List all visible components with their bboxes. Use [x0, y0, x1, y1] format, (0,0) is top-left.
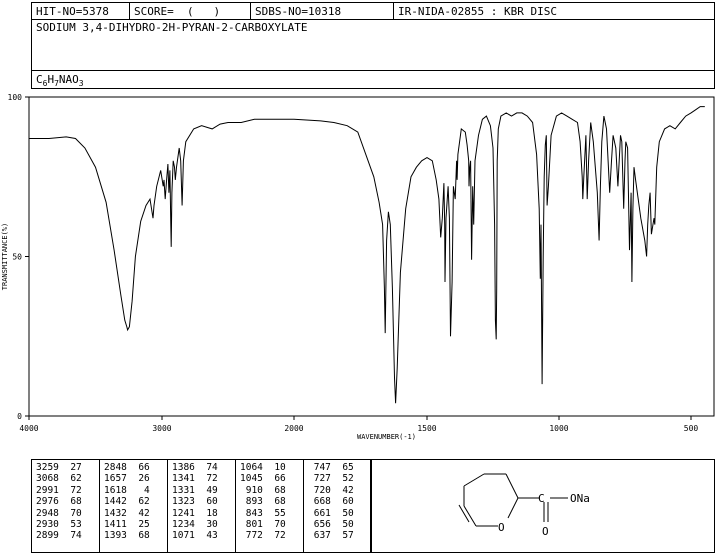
peak-row: 727 52 [308, 473, 354, 485]
peak-row: 661 50 [308, 507, 354, 519]
compound-name: SODIUM 3,4-DIHYDRO-2H-PYRAN-2-CARBOXYLAT… [36, 21, 308, 34]
molecule-structure: O O C ONa [458, 473, 590, 538]
divider [99, 460, 100, 552]
salt-group-label: ONa [570, 492, 590, 505]
y-tick-label: 100 [8, 93, 23, 102]
peak-row: 1234 30 [172, 519, 218, 531]
formula-subscript: 3 [78, 79, 84, 89]
peak-column: 2848 66 1657 26 1618 4 1442 62 1432 42 1411 2… [104, 462, 150, 542]
peak-row: 801 70 [240, 519, 286, 531]
peak-row: 2976 68 [36, 496, 82, 508]
peak-row: 2930 53 [36, 519, 82, 531]
divider [167, 460, 168, 552]
peak-row: 1411 25 [104, 519, 150, 531]
formula-element: C [36, 73, 43, 86]
peak-row: 1341 72 [172, 473, 218, 485]
peak-row: 1331 49 [172, 484, 218, 496]
peak-column: 1386 74 1341 72 1331 49 1323 60 1241 18 1234 … [172, 462, 218, 542]
peak-row: 1432 42 [104, 507, 150, 519]
peak-column: 747 65 727 52 720 42 668 60 661 50 656 5… [308, 462, 354, 542]
peak-column: 3259 27 3068 62 2991 72 2976 68 2948 70 2930 … [36, 462, 82, 542]
ir-spectrum-chart: 4000 3000 2000 1500 1000 500 0 50 100 WAVENUMBER(… [1, 93, 715, 441]
x-axis-label: WAVENUMBER(-1) [357, 433, 416, 441]
spectrum-line [29, 106, 705, 404]
peak-row: 2948 70 [36, 507, 82, 519]
peak-row: 3259 27 [36, 462, 82, 473]
bond [505, 473, 519, 499]
x-tick-label: 4000 [19, 424, 38, 433]
peak-row: 1064 10 [240, 462, 286, 473]
x-tick-label: 3000 [152, 424, 171, 433]
bond [507, 497, 519, 519]
y-tick-label: 0 [17, 412, 22, 421]
molecular-formula: C6H7NAO3 [36, 73, 84, 88]
peak-row: 772 72 [240, 530, 286, 542]
peak-row: 843 55 [240, 507, 286, 519]
peak-row: 2899 74 [36, 530, 82, 542]
peak-row: 1618 4 [104, 484, 150, 496]
x-tick-label: 2000 [284, 424, 303, 433]
plot-frame [28, 96, 715, 417]
y-tick-label: 50 [12, 253, 22, 262]
peak-row: 1657 26 [104, 473, 150, 485]
peak-row: 1045 66 [240, 473, 286, 485]
x-tick-label: 1000 [549, 424, 568, 433]
divider [235, 460, 236, 552]
peak-row: 668 60 [308, 496, 354, 508]
carbonyl-oxygen-label: O [542, 525, 549, 538]
peak-row: 2848 66 [104, 462, 150, 473]
peak-row: 656 50 [308, 519, 354, 531]
header-row: HIT-NO=5378 SCORE= ( ) SDBS-NO=10318 IR-… [31, 2, 715, 20]
peak-row: 1442 62 [104, 496, 150, 508]
peak-table: 3259 27 3068 62 2991 72 2976 68 2948 70 2930 … [31, 459, 371, 553]
structure-box: O O C ONa [371, 459, 715, 553]
bond [463, 473, 485, 487]
x-tick-label: 500 [684, 424, 699, 433]
peak-row: 910 68 [240, 484, 286, 496]
peak-row: 1241 18 [172, 507, 218, 519]
peak-row: 893 68 [240, 496, 286, 508]
y-axis-label: TRANSMITTANCE(%) [1, 223, 9, 290]
peak-column: 1064 10 1045 66 910 68 893 68 843 55 801 … [240, 462, 286, 542]
peak-row: 2991 72 [36, 484, 82, 496]
ring-oxygen-label: O [498, 521, 505, 534]
carbon-label: C [538, 492, 545, 505]
double-bond [458, 504, 470, 523]
x-tick-label: 1500 [417, 424, 436, 433]
peak-row: 637 57 [308, 530, 354, 542]
peak-row: 3068 62 [36, 473, 82, 485]
peak-row: 1323 60 [172, 496, 218, 508]
formula-box: C6H7NAO3 [31, 70, 715, 89]
peak-row: 1386 74 [172, 462, 218, 473]
peak-row: 747 65 [308, 462, 354, 473]
divider [303, 460, 304, 552]
peak-row: 1071 43 [172, 530, 218, 542]
peak-row: 1393 68 [104, 530, 150, 542]
formula-element: NAO [58, 73, 79, 86]
peak-row: 720 42 [308, 484, 354, 496]
compound-name-box: SODIUM 3,4-DIHYDRO-2H-PYRAN-2-CARBOXYLAT… [31, 19, 715, 71]
